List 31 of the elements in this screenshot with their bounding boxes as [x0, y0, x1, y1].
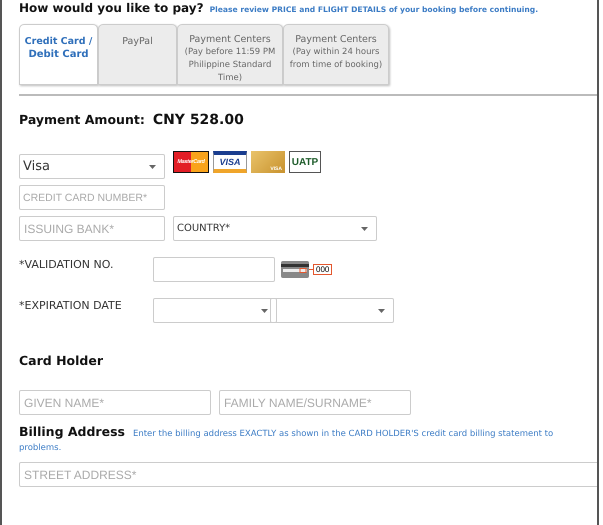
billing-notice: problems.: [19, 442, 62, 455]
cvv-hint: 000: [313, 264, 332, 275]
payment-tab[interactable]: PayPal: [98, 24, 177, 85]
payment-tab[interactable]: Payment Centers (Pay within 24 hours from time of booking): [283, 24, 389, 85]
street-address-field[interactable]: STREET ADDRESS*: [19, 462, 597, 487]
family-name-field[interactable]: FAMILY NAME/SURNAME*: [219, 390, 411, 415]
country-dropdown[interactable]: COUNTRY*: [173, 216, 377, 241]
card-holder-heading: Card Holder: [19, 353, 104, 368]
card-number-field[interactable]: CREDIT CARD NUMBER*: [19, 185, 165, 210]
validation-field[interactable]: [153, 257, 275, 282]
card-type-dropdown[interactable]: Visa: [19, 154, 165, 179]
uatp-logo: UATP: [289, 151, 321, 173]
payment-tab[interactable]: Credit Card / Debit Card: [19, 24, 98, 85]
expiry-year-dropdown[interactable]: [270, 298, 394, 323]
caret-icon: [378, 308, 385, 312]
given-name-field[interactable]: GIVEN NAME*: [19, 390, 211, 415]
issuing-bank-field[interactable]: ISSUING BANK*: [19, 216, 165, 241]
caret-icon: [261, 308, 268, 312]
payment-tab[interactable]: Payment Centers (Pay before 11:59 PM Philippine Standard Time): [177, 24, 283, 85]
billing-address-heading: Billing Address: [19, 424, 125, 439]
expiration-label: *EXPIRATION DATE: [19, 299, 123, 312]
payment-amount-label: Payment Amount:: [19, 112, 145, 128]
card-back-icon: [281, 261, 309, 278]
visa-logo: VISA: [213, 151, 247, 173]
validation-label: *VALIDATION NO.: [19, 258, 114, 271]
page-title: How would you like to pay?: [19, 1, 204, 15]
payment-amount-value: CNY 528.00: [152, 112, 244, 128]
caret-icon: [361, 226, 368, 230]
caret-icon: [149, 164, 156, 168]
billing-notice: Enter the billing address EXACTLY as shown in the CARD HOLDER'S credit card billing statement to: [132, 429, 554, 439]
expiry-month-dropdown[interactable]: [153, 298, 277, 323]
